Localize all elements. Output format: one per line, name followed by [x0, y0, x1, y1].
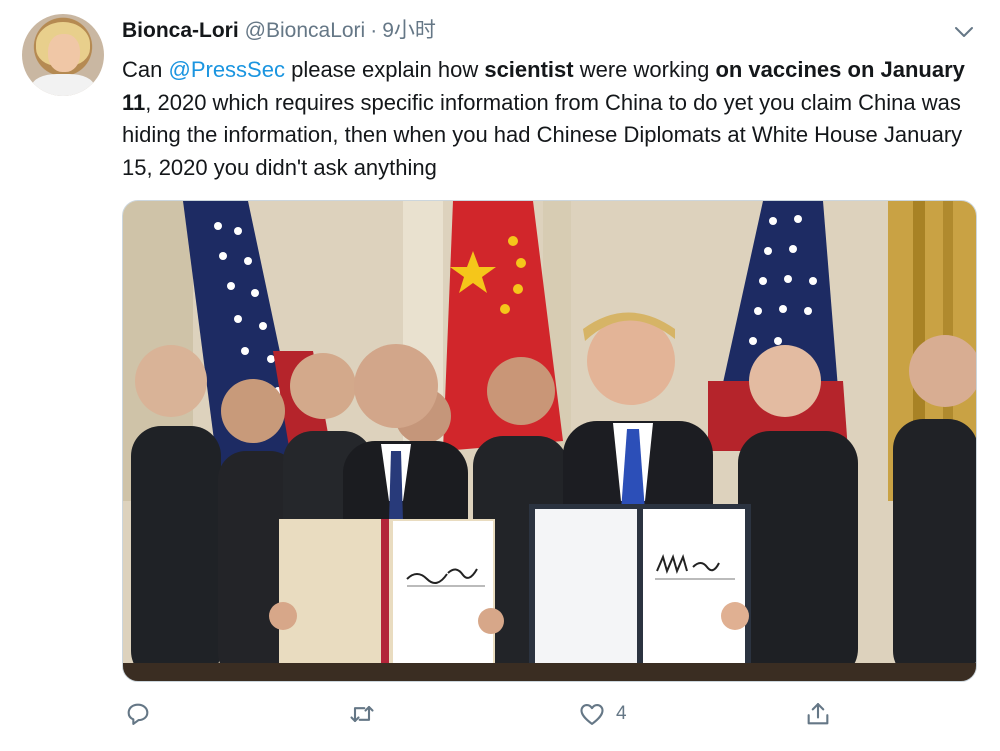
- avatar-shirt: [32, 74, 94, 96]
- reply-icon: [127, 703, 149, 725]
- tweet-photo[interactable]: [122, 200, 977, 682]
- tweet-text-segment: please explain how: [284, 57, 485, 82]
- author-handle[interactable]: @BioncaLori: [245, 19, 366, 42]
- retweet-icon: [350, 705, 374, 723]
- author-name[interactable]: Bionca-Lori: [122, 19, 239, 42]
- avatar[interactable]: [22, 14, 104, 96]
- share-button[interactable]: [804, 696, 842, 732]
- tweet-text-segment: , 2020 which requires specific informati…: [122, 89, 963, 180]
- like-count: 4: [616, 703, 627, 724]
- tweet-text-segment: Can: [122, 57, 169, 82]
- mention-link[interactable]: @PressSec: [168, 57, 284, 82]
- chevron-down-icon[interactable]: [952, 20, 976, 44]
- reply-button[interactable]: [124, 696, 162, 732]
- photo-illustration: [123, 201, 976, 681]
- retweet-button[interactable]: [348, 696, 386, 732]
- tweet-text-bold: scientist: [484, 57, 574, 82]
- tweet-header: Bionca-Lori @BioncaLori · 9小时: [122, 18, 436, 44]
- avatar-face: [48, 34, 80, 72]
- tweet-actions: 4: [0, 696, 1000, 736]
- tweet-card[interactable]: Bionca-Lori @BioncaLori · 9小时 Can @PressSec…: [0, 0, 1000, 751]
- heart-icon: [580, 703, 604, 725]
- separator-dot: ·: [370, 19, 378, 42]
- like-button[interactable]: 4: [578, 696, 627, 732]
- tweet-text-segment: were working: [573, 57, 716, 82]
- tweet-timestamp[interactable]: 9小时: [382, 19, 436, 42]
- share-icon: [807, 703, 829, 725]
- tweet-text: Can @PressSec please explain how scienti…: [122, 54, 972, 184]
